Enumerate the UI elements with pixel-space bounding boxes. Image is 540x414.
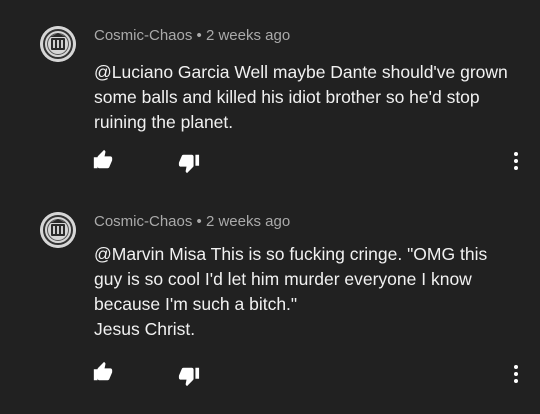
comment-meta: Cosmic-Chaos • 2 weeks ago	[94, 213, 290, 230]
like-button[interactable]	[92, 361, 114, 383]
comment-line: @Luciano Garcia Well maybe Dante should'…	[94, 62, 508, 82]
emblem-icon	[40, 212, 76, 248]
dislike-button[interactable]	[178, 152, 200, 174]
comment: Cosmic-Chaos • 2 weeks ago @Marvin Misa …	[0, 200, 540, 414]
more-vertical-icon	[514, 365, 518, 383]
meta-separator: •	[196, 213, 202, 230]
comment-time[interactable]: 2 weeks ago	[206, 27, 290, 44]
thumb-down-icon	[178, 367, 200, 387]
comment-line: Jesus Christ.	[94, 319, 196, 339]
like-button[interactable]	[92, 149, 114, 171]
comment-line: ruining the planet.	[94, 112, 234, 132]
comment: Cosmic-Chaos • 2 weeks ago @Luciano Garc…	[0, 0, 540, 200]
author-name[interactable]: Cosmic-Chaos	[94, 27, 192, 44]
meta-separator: •	[196, 27, 202, 44]
comment-line: guy is so cool I'd let him murder everyo…	[94, 269, 472, 289]
avatar[interactable]	[40, 26, 76, 62]
comment-line: some balls and killed his idiot brother …	[94, 87, 480, 107]
dislike-button[interactable]	[178, 365, 200, 387]
comment-meta: Cosmic-Chaos • 2 weeks ago	[94, 27, 290, 44]
comment-text: @Luciano Garcia Well maybe Dante should'…	[94, 60, 514, 135]
more-vertical-icon	[514, 152, 518, 170]
thumb-up-icon	[93, 149, 113, 169]
thumb-up-icon	[93, 361, 113, 381]
emblem-icon	[40, 26, 76, 62]
comment-line: @Marvin Misa This is so fucking cringe. …	[94, 244, 488, 264]
more-options-button[interactable]	[508, 150, 530, 172]
comment-line: because I'm such a bitch."	[94, 294, 298, 314]
author-name[interactable]: Cosmic-Chaos	[94, 213, 192, 230]
thumb-down-icon	[178, 154, 200, 174]
avatar[interactable]	[40, 212, 76, 248]
more-options-button[interactable]	[508, 363, 530, 385]
comment-text: @Marvin Misa This is so fucking cringe. …	[94, 242, 514, 342]
comment-time[interactable]: 2 weeks ago	[206, 213, 290, 230]
